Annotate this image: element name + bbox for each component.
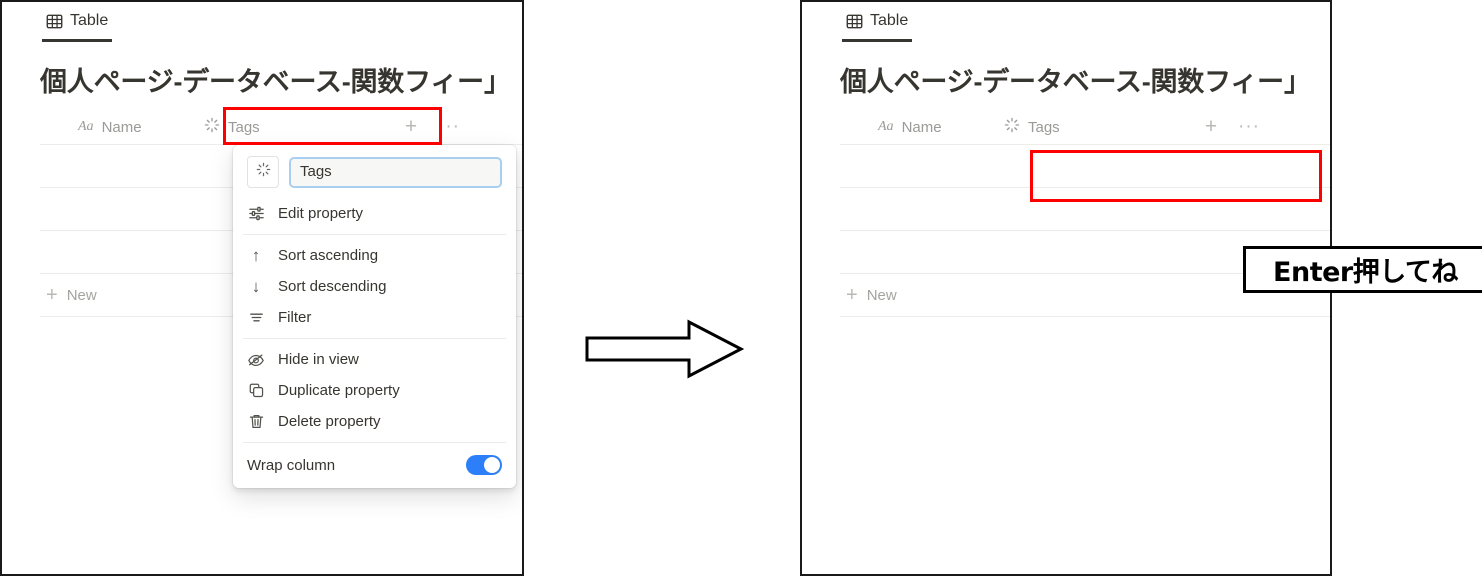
menu-divider — [243, 234, 506, 235]
tab-table-label: Table — [870, 12, 909, 29]
menu-item-label: Hide in view — [278, 351, 359, 368]
column-header-name-label: Name — [901, 118, 942, 136]
plus-icon: + — [46, 283, 58, 306]
toggle-knob — [484, 457, 500, 473]
view-tab-bar: Table — [42, 10, 113, 42]
menu-item-label: Filter — [278, 309, 312, 326]
comparison-figure: Table 個人ページ-データベース-関数フィー」 Aa Name Tags +… — [0, 0, 1482, 576]
view-tab-bar: Table — [842, 10, 913, 42]
column-header-name[interactable]: Aa Name — [840, 110, 992, 144]
right-arrow-icon — [585, 319, 745, 379]
tab-table[interactable]: Table — [42, 10, 113, 42]
menu-item-label: Sort descending — [278, 278, 387, 295]
arrow-up-icon: ↑ — [251, 246, 261, 265]
column-header-tags[interactable]: Tags — [192, 110, 392, 144]
select-burst-icon — [256, 162, 271, 182]
tab-table-label: Table — [70, 12, 109, 29]
trash-icon — [247, 413, 265, 430]
new-row-label: New — [866, 286, 897, 304]
property-context-menu: Tags Edit property ↑ Sort ascending ↓ So… — [233, 145, 516, 488]
wrap-column-row[interactable]: Wrap column — [233, 448, 516, 482]
callout-enter-hint: Enter押してね — [1243, 246, 1482, 293]
menu-item-label: Delete property — [278, 413, 381, 430]
column-header-name[interactable]: Aa Name — [40, 110, 192, 144]
menu-item-sort-descending[interactable]: ↓ Sort descending — [233, 271, 516, 302]
filter-icon — [247, 309, 265, 326]
before-screenshot-panel: Table 個人ページ-データベース-関数フィー」 Aa Name Tags +… — [0, 0, 524, 576]
menu-item-label: Duplicate property — [278, 382, 400, 399]
column-header-name-label: Name — [101, 118, 142, 136]
notion-table-view-left: Table 個人ページ-データベース-関数フィー」 Aa Name Tags +… — [2, 2, 522, 574]
property-name-value: Tags — [300, 162, 332, 180]
duplicate-icon — [247, 382, 265, 399]
column-header-tags-label: Tags — [1028, 118, 1060, 136]
eye-off-icon — [247, 351, 265, 369]
menu-divider — [243, 442, 506, 443]
new-row-label: New — [66, 286, 97, 304]
menu-item-filter[interactable]: Filter — [233, 302, 516, 333]
select-burst-icon — [204, 117, 220, 137]
column-header-tags[interactable]: Tags — [992, 110, 1192, 144]
table-more-options-button[interactable]: ··· — [1230, 110, 1268, 144]
select-burst-icon — [1004, 117, 1020, 137]
property-name-row: Tags — [233, 153, 516, 198]
table-header-row: Aa Name Tags + ··· — [840, 110, 1330, 144]
table-more-options-button[interactable]: ··· — [430, 110, 468, 144]
database-title: 個人ページ-データベース-関数フィー」 — [40, 67, 511, 97]
add-column-button[interactable]: + — [1192, 110, 1230, 144]
menu-item-sort-ascending[interactable]: ↑ Sort ascending — [233, 240, 516, 271]
column-header-tags-label: Tags — [228, 118, 260, 136]
wrap-column-label: Wrap column — [247, 456, 336, 474]
menu-item-hide-in-view[interactable]: Hide in view — [233, 344, 516, 375]
arrow-down-icon: ↓ — [251, 277, 261, 296]
table-row[interactable] — [840, 144, 1330, 187]
table-grid-icon — [846, 13, 863, 30]
database-title: 個人ページ-データベース-関数フィー」 — [840, 67, 1311, 97]
property-name-input[interactable]: Tags — [289, 156, 502, 188]
menu-item-label: Edit property — [278, 205, 364, 222]
title-text-icon: Aa — [78, 119, 94, 134]
sliders-icon — [247, 205, 265, 222]
plus-icon: + — [846, 283, 858, 306]
tab-table[interactable]: Table — [842, 10, 913, 42]
title-text-icon: Aa — [878, 119, 894, 134]
menu-divider — [243, 338, 506, 339]
menu-item-edit-property[interactable]: Edit property — [233, 198, 516, 229]
add-column-button[interactable]: + — [392, 110, 430, 144]
menu-item-label: Sort ascending — [278, 247, 379, 264]
wrap-column-toggle[interactable] — [466, 455, 502, 475]
table-grid-icon — [46, 13, 63, 30]
menu-item-delete-property[interactable]: Delete property — [233, 406, 516, 437]
menu-item-duplicate-property[interactable]: Duplicate property — [233, 375, 516, 406]
table-header-row: Aa Name Tags + ··· — [40, 110, 522, 144]
table-row[interactable] — [840, 187, 1330, 230]
property-type-button[interactable] — [247, 156, 279, 188]
